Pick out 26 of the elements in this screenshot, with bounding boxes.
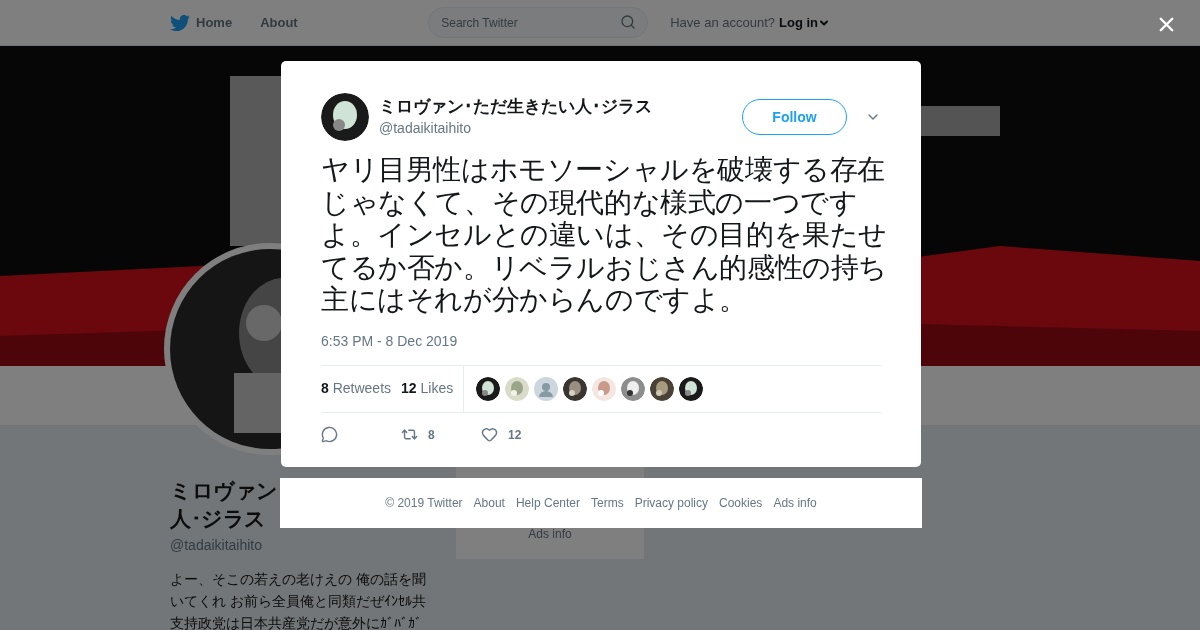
footer-link[interactable]: Terms [591,494,624,512]
search-field[interactable]: Search Twitter [428,7,649,38]
search-icon[interactable] [620,14,637,30]
profile-handle: @tadaikitaihito [170,536,264,555]
footer-link[interactable]: Privacy policy [634,494,708,512]
footer-link[interactable]: Ads info [528,525,572,543]
profile-bio: よー、そこの若えの老けえの 俺の話を聞 いてくれ お前ら全員俺と同類だぜｲﾝｾﾙ共 支持政党は日本共産党だが意外にｶﾞﾊﾞｶﾞ [170,570,427,630]
account-prompt: Have an account? [670,13,775,32]
footer-link[interactable]: © 2019 Twitter [385,494,463,512]
footer-link[interactable]: Ads info [773,494,817,512]
login-link[interactable]: Log in [779,12,830,33]
avatar-icon[interactable] [534,376,559,401]
nav-link[interactable]: Home [170,12,233,33]
action-count: 12 [508,426,522,444]
nav-link[interactable]: About [260,12,298,33]
bird-icon [170,12,190,33]
profile-name-line: 人･ジラス [170,506,266,532]
footer-link[interactable]: Cookies [719,494,763,512]
profile-name-line: ミロヴァン [170,478,278,504]
retweet-count[interactable]: 8 Retweets [321,378,392,399]
footer-link[interactable]: Help Center [515,494,580,512]
heart-icon[interactable] [481,426,498,443]
like-count[interactable]: 12 Likes [401,378,454,399]
reply-icon[interactable] [321,426,338,443]
footer-link[interactable]: About [473,494,505,512]
action-count: 8 [428,426,435,444]
